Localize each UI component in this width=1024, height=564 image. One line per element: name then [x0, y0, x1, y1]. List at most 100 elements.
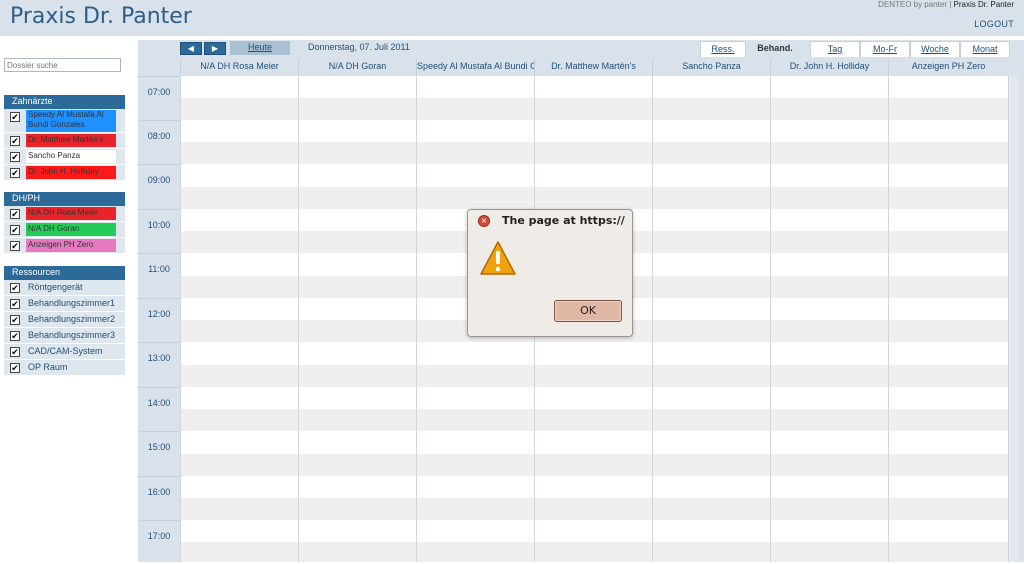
list-item[interactable]: ✔ Sancho Panza [4, 149, 125, 165]
time-label: 17:00 [138, 520, 180, 564]
scrollbar-thumb[interactable] [1010, 76, 1018, 562]
tab-resources[interactable]: Ress. [700, 41, 746, 57]
column-divider [888, 76, 889, 562]
column-header[interactable]: Sancho Panza [652, 59, 770, 75]
next-day-button[interactable]: ▶ [204, 42, 226, 55]
list-item[interactable]: ✔ Anzeigen PH Zero [4, 238, 125, 254]
checkbox[interactable]: ✔ [10, 209, 20, 219]
slot-row[interactable] [180, 431, 1008, 453]
time-label: 09:00 [138, 164, 180, 208]
list-item[interactable]: ✔ CAD/CAM-System [4, 344, 125, 360]
current-date: Donnerstag, 07. Juli 2011 [308, 42, 410, 52]
column-divider [416, 76, 417, 562]
checkbox[interactable]: ✔ [10, 363, 20, 373]
checkbox[interactable]: ✔ [10, 315, 20, 325]
list-item[interactable]: ✔ OP Raum [4, 360, 125, 376]
group-heading: DH/PH [4, 192, 125, 206]
time-label: 08:00 [138, 120, 180, 164]
time-label: 13:00 [138, 342, 180, 386]
dossier-search-input[interactable] [4, 58, 121, 72]
dentist-chip: Dr. John H. Holliday [26, 166, 116, 179]
resource-label: Behandlungszimmer3 [28, 330, 116, 340]
column-divider [180, 76, 181, 562]
column-header[interactable]: N/A DH Goran [298, 59, 416, 75]
warning-icon [480, 241, 516, 275]
checkbox[interactable]: ✔ [10, 152, 20, 162]
resource-label: CAD/CAM-System [28, 346, 103, 356]
vertical-scrollbar[interactable] [1008, 76, 1018, 562]
slot-row[interactable] [180, 164, 1008, 186]
slot-row[interactable] [180, 387, 1008, 409]
dentist-chip: Dr. Matthew Martën's [26, 134, 116, 147]
checkbox[interactable]: ✔ [10, 347, 20, 357]
tab-mon-fri[interactable]: Mo-Fr [860, 41, 910, 57]
checkbox[interactable]: ✔ [10, 136, 20, 146]
logout-link[interactable]: LOGOUT [974, 19, 1014, 29]
group-ressourcen: Ressourcen ✔ Röntgengerät ✔ Behandlungsz… [4, 266, 125, 376]
list-item[interactable]: ✔ Behandlungszimmer1 [4, 296, 125, 312]
list-item[interactable]: ✔ Dr. Matthew Martën's [4, 133, 125, 149]
checkbox[interactable]: ✔ [10, 225, 20, 235]
list-item[interactable]: ✔ N/A DH Rosa Meier [4, 206, 125, 222]
hygienist-chip: N/A DH Goran [26, 223, 116, 236]
checkbox[interactable]: ✔ [10, 168, 20, 178]
group-dh-ph: DH/PH ✔ N/A DH Rosa Meier ✔ N/A DH Goran… [4, 192, 125, 254]
list-item[interactable]: ✔ Speedy Al Mustafa Al Bundi Gonzales [4, 109, 125, 133]
slot-row[interactable] [180, 520, 1008, 542]
checkbox[interactable]: ✔ [10, 241, 20, 251]
slot-row[interactable] [180, 542, 1008, 562]
column-divider [298, 76, 299, 562]
list-item[interactable]: ✔ Dr. John H. Holliday [4, 165, 125, 181]
tab-day[interactable]: Tag [810, 41, 860, 57]
ok-button[interactable]: OK [554, 300, 622, 322]
slot-row[interactable] [180, 409, 1008, 431]
column-header[interactable]: Dr. Matthew Martën's [534, 59, 652, 75]
checkbox[interactable]: ✔ [10, 331, 20, 341]
slot-row[interactable] [180, 498, 1008, 520]
list-item[interactable]: ✔ N/A DH Goran [4, 222, 125, 238]
slot-row[interactable] [180, 476, 1008, 498]
brand-line: DENTEO by panter | Praxis Dr. Panter [878, 0, 1014, 9]
slot-row[interactable] [180, 365, 1008, 387]
slot-row[interactable] [180, 98, 1008, 120]
tab-week[interactable]: Woche [910, 41, 960, 57]
hygienist-chip: N/A DH Rosa Meier [26, 207, 116, 220]
time-label: 11:00 [138, 253, 180, 297]
time-label: 10:00 [138, 209, 180, 253]
tab-month[interactable]: Monat [960, 41, 1010, 57]
resource-label: Behandlungszimmer1 [28, 298, 116, 308]
list-item[interactable]: ✔ Röntgengerät [4, 280, 125, 296]
group-heading: Zahnärzte [4, 95, 125, 109]
column-divider [770, 76, 771, 562]
time-label: 16:00 [138, 476, 180, 520]
prev-day-button[interactable]: ◀ [180, 42, 202, 55]
dentist-chip: Sancho Panza [26, 150, 116, 163]
checkbox[interactable]: ✔ [10, 299, 20, 309]
checkbox[interactable]: ✔ [10, 112, 20, 122]
sidebar: Zahnärzte ✔ Speedy Al Mustafa Al Bundi G… [0, 40, 130, 562]
list-item[interactable]: ✔ Behandlungszimmer2 [4, 312, 125, 328]
dialog-title: The page at https:// [502, 214, 625, 227]
resource-label: Behandlungszimmer2 [28, 314, 116, 324]
column-header[interactable]: N/A DH Rosa Meier [180, 59, 298, 75]
slot-row[interactable] [180, 76, 1008, 98]
column-header[interactable]: Anzeigen PH Zero [888, 59, 1008, 75]
slot-row[interactable] [180, 142, 1008, 164]
column-header[interactable]: Speedy Al Mustafa Al Bundi Gonzales [416, 59, 534, 75]
slot-row[interactable] [180, 187, 1008, 209]
slot-row[interactable] [180, 120, 1008, 142]
resource-label: OP Raum [28, 362, 68, 372]
checkbox[interactable]: ✔ [10, 283, 20, 293]
list-item[interactable]: ✔ Behandlungszimmer3 [4, 328, 125, 344]
time-label: 07:00 [138, 76, 180, 120]
column-divider [652, 76, 653, 562]
tab-treatment[interactable]: Behand. [750, 41, 800, 57]
slot-row[interactable] [180, 454, 1008, 476]
column-header[interactable]: Dr. John H. Holliday [770, 59, 888, 75]
app-title: Praxis Dr. Panter [10, 4, 192, 29]
hygienist-chip: Anzeigen PH Zero [26, 239, 116, 252]
brand-practice: Praxis Dr. Panter [953, 0, 1014, 9]
brand-prefix: DENTEO by panter [878, 0, 947, 9]
today-button[interactable]: Heute [230, 41, 290, 55]
slot-row[interactable] [180, 342, 1008, 364]
